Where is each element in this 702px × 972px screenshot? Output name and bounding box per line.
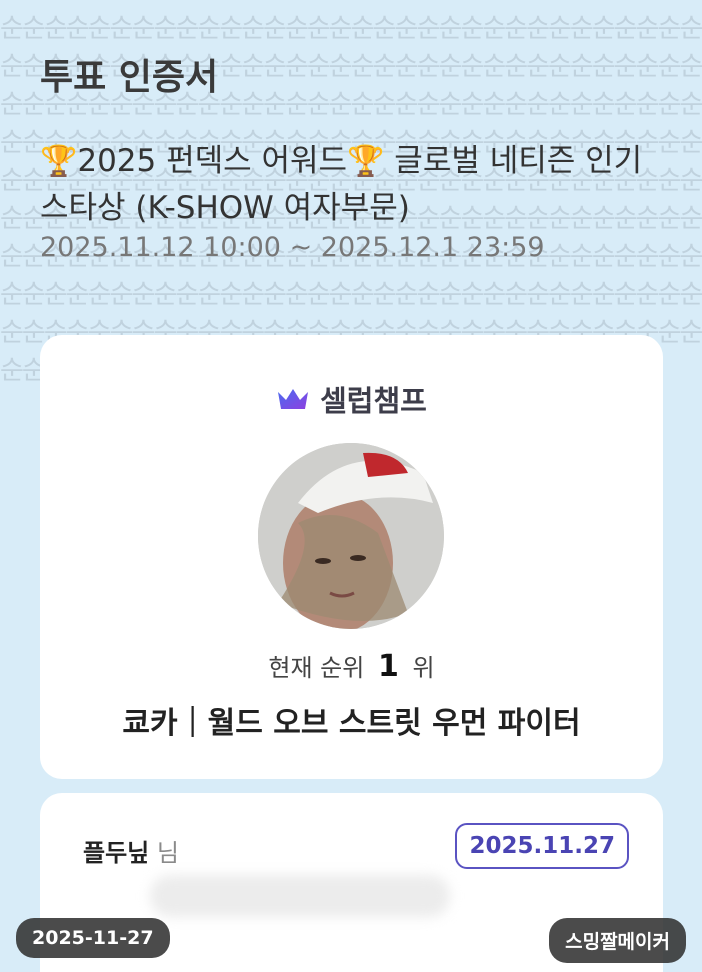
- trophy-icon: 🏆: [40, 144, 78, 179]
- current-rank: 현재 순위 1 위: [40, 648, 663, 684]
- artist-name: 쿄카｜월드 오브 스트릿 우먼 파이터: [122, 706, 581, 741]
- voter-info: 플두닢 님: [83, 833, 179, 868]
- crown-icon: [278, 389, 309, 409]
- vote-date-badge: 2025.11.27: [455, 823, 629, 869]
- voter-name: 플두닢: [83, 839, 150, 867]
- blurred-content: [150, 875, 450, 917]
- rank-label: 현재 순위: [268, 654, 365, 682]
- rank-suffix: 위: [412, 654, 435, 682]
- artist-avatar: [258, 443, 444, 629]
- brand-header: 셀럽챔프: [40, 378, 663, 420]
- page-title: 투표 인증서: [40, 57, 219, 98]
- ranking-card: 셀럽챔프 현재 순위 1 위 쿄카｜월드 오브 스트릿 우먼 파이터: [40, 335, 663, 779]
- certificate-page: 투표 인증서 🏆2025 펀덱스 어워드🏆 글로벌 네티즌 인기 스타상 (K-…: [0, 0, 702, 972]
- rank-value: 1: [377, 649, 399, 684]
- brand-name: 셀럽챔프: [320, 384, 427, 418]
- event-title-part1: 2025 펀덱스 어워드: [77, 143, 348, 179]
- footer-date-stamp: 2025-11-27: [16, 918, 170, 958]
- event-title: 🏆2025 펀덱스 어워드🏆 글로벌 네티즌 인기 스타상 (K-SHOW 여자…: [40, 138, 670, 231]
- voter-suffix: 님: [156, 839, 179, 867]
- footer-maker-label: 스밍짤메이커: [549, 918, 686, 963]
- vote-period: 2025.11.12 10:00 ~ 2025.12.1 23:59: [40, 232, 545, 263]
- avatar-photo: [258, 443, 444, 629]
- trophy-icon: 🏆: [347, 144, 385, 179]
